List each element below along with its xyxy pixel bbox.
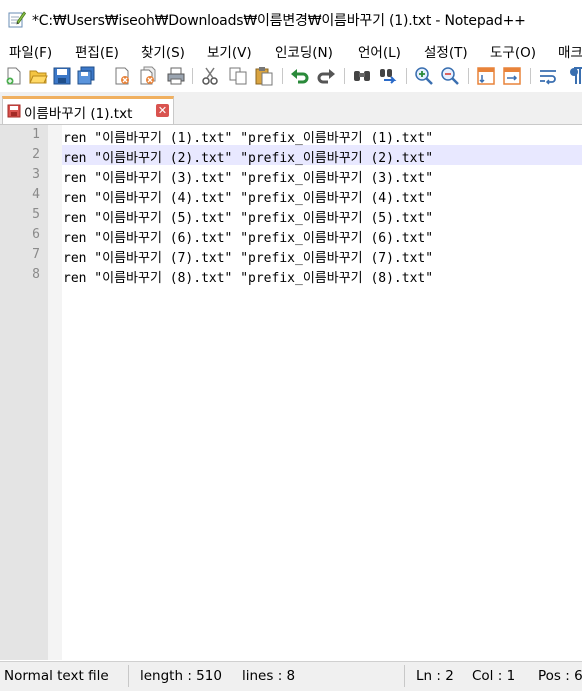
find-icon[interactable] (352, 66, 372, 86)
line-number: 8 (32, 267, 40, 282)
status-bar: Normal text file length : 510 lines : 8 … (0, 661, 582, 691)
line-number: 6 (32, 227, 40, 242)
line-number: 4 (32, 187, 40, 202)
menu-search[interactable]: 찾기(S) (141, 41, 185, 61)
code-line[interactable]: ren "이름바꾸기 (3).txt" "prefix_이름바꾸기 (3).tx… (63, 167, 433, 186)
code-line[interactable]: ren "이름바꾸기 (4).txt" "prefix_이름바꾸기 (4).tx… (63, 187, 433, 206)
toolbar-separator (282, 68, 283, 84)
copy-icon[interactable] (228, 66, 248, 86)
word-wrap-icon[interactable] (538, 66, 558, 86)
toolbar-separator (530, 68, 531, 84)
redo-icon[interactable] (316, 66, 336, 86)
save-all-icon[interactable] (76, 66, 96, 86)
code-line[interactable]: ren "이름바꾸기 (1).txt" "prefix_이름바꾸기 (1).tx… (63, 127, 433, 146)
status-pos: Pos : 6 (538, 668, 582, 684)
status-separator (128, 665, 129, 687)
zoom-out-icon[interactable] (440, 66, 460, 86)
fold-margin (48, 125, 62, 660)
code-line[interactable]: ren "이름바꾸기 (7).txt" "prefix_이름바꾸기 (7).tx… (63, 247, 433, 266)
window-title: *C:₩Users₩iseoh₩Downloads₩이름변경₩이름바꾸기 (1)… (32, 13, 526, 29)
menu-file[interactable]: 파일(F) (9, 41, 52, 61)
new-file-icon[interactable] (4, 66, 24, 86)
menu-settings[interactable]: 설정(T) (424, 41, 468, 61)
code-line[interactable]: ren "이름바꾸기 (8).txt" "prefix_이름바꾸기 (8).tx… (63, 267, 433, 286)
notepad-pen-icon (8, 11, 26, 28)
menu-tools[interactable]: 도구(O) (490, 41, 536, 61)
tab-label: 이름바꾸기 (1).txt (24, 106, 133, 122)
close-tab-icon[interactable]: ✕ (156, 104, 169, 117)
toolbar-separator (406, 68, 407, 84)
tab-bar: 이름바꾸기 (1).txt ✕ (0, 92, 582, 125)
toolbar-separator (344, 68, 345, 84)
menu-language[interactable]: 언어(L) (358, 41, 401, 61)
status-separator (404, 665, 405, 687)
replace-icon[interactable] (378, 66, 398, 86)
code-line[interactable]: ren "이름바꾸기 (5).txt" "prefix_이름바꾸기 (5).tx… (63, 207, 433, 226)
undo-icon[interactable] (290, 66, 310, 86)
menu-view[interactable]: 보기(V) (207, 41, 252, 61)
show-all-chars-icon[interactable] (566, 66, 582, 86)
status-file-type: Normal text file (4, 668, 109, 684)
code-line[interactable]: ren "이름바꾸기 (6).txt" "prefix_이름바꾸기 (6).tx… (63, 227, 433, 246)
menu-edit[interactable]: 편집(E) (75, 41, 119, 61)
menu-macro[interactable]: 매크 (558, 41, 582, 61)
close-all-icon[interactable] (138, 66, 158, 86)
menu-encoding[interactable]: 인코딩(N) (275, 41, 333, 61)
code-line[interactable]: ren "이름바꾸기 (2).txt" "prefix_이름바꾸기 (2).tx… (63, 147, 433, 166)
unsaved-file-icon (7, 104, 21, 118)
zoom-in-icon[interactable] (414, 66, 434, 86)
save-icon[interactable] (52, 66, 72, 86)
line-number: 1 (32, 127, 40, 142)
status-length: length : 510 (140, 668, 222, 684)
title-bar: *C:₩Users₩iseoh₩Downloads₩이름변경₩이름바꾸기 (1)… (0, 0, 582, 40)
cut-icon[interactable] (200, 66, 220, 86)
status-lines: lines : 8 (242, 668, 296, 684)
line-number: 2 (32, 147, 40, 162)
toolbar-separator (468, 68, 469, 84)
line-number-gutter (0, 125, 48, 660)
toolbar-separator (192, 68, 193, 84)
line-number: 5 (32, 207, 40, 222)
toolbar (0, 62, 582, 90)
tab-document[interactable]: 이름바꾸기 (1).txt ✕ (2, 96, 174, 124)
sync-vertical-icon[interactable] (476, 66, 496, 86)
close-icon[interactable] (112, 66, 132, 86)
editor-area[interactable]: 1 2 3 4 5 6 7 8 ren "이름바꾸기 (1).txt" "pre… (0, 125, 582, 660)
print-icon[interactable] (166, 66, 186, 86)
line-number: 3 (32, 167, 40, 182)
paste-icon[interactable] (254, 66, 274, 86)
open-file-icon[interactable] (28, 66, 48, 86)
menu-bar: 파일(F) 편집(E) 찾기(S) 보기(V) 인코딩(N) 언어(L) 설정(… (0, 40, 582, 62)
status-ln: Ln : 2 (416, 668, 454, 684)
sync-horizontal-icon[interactable] (502, 66, 522, 86)
status-col: Col : 1 (472, 668, 516, 684)
line-number: 7 (32, 247, 40, 262)
